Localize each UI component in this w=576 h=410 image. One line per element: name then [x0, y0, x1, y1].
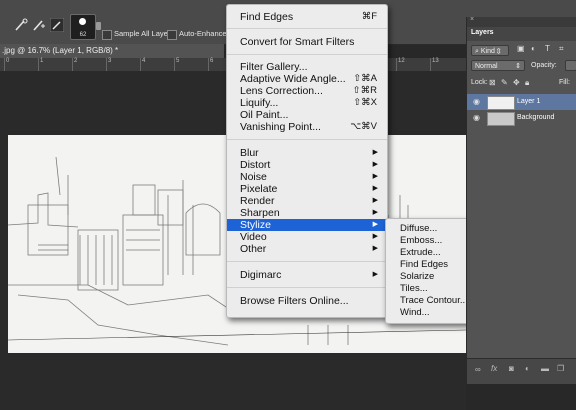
submenu-arrow-icon: ▶	[372, 185, 378, 192]
lock-all-icon[interactable]: 🔒︎	[525, 78, 529, 88]
adjustment-filter-icon[interactable]: ◐	[531, 44, 536, 53]
menu-item-find-edges-last[interactable]: Find Edges ⌘F	[227, 11, 387, 23]
menu-item-liquify[interactable]: Liquify... ⇧⌘X	[227, 97, 387, 109]
layer-name: Layer 1	[517, 98, 541, 105]
ruler-tick: 2	[74, 58, 78, 64]
opacity-label: Opacity:	[531, 62, 557, 69]
menu-item-pixelate[interactable]: Pixelate ▶	[227, 183, 387, 195]
visibility-eye-icon[interactable]: ◉	[473, 94, 480, 110]
mask-icon[interactable]: ◙	[509, 364, 514, 373]
menu-item-convert-smart-filters[interactable]: Convert for Smart Filters	[227, 36, 387, 48]
layers-tab-label: Layers	[471, 29, 494, 36]
filter-menu: Find Edges ⌘F Convert for Smart Filters F…	[226, 4, 388, 318]
ruler-tick: 13	[432, 58, 439, 64]
layers-panel-footer: ∞ fx ◙ ◐ ▬ ❐	[467, 358, 576, 384]
type-filter-icon[interactable]: T	[545, 44, 550, 53]
ruler-tick: 12	[398, 58, 405, 64]
layer-row[interactable]: ◉ Layer 1	[467, 94, 576, 110]
menu-item-vanishing-point[interactable]: Vanishing Point... ⌥⌘V	[227, 121, 387, 133]
submenu-item-solarize[interactable]: Solarize	[400, 271, 434, 282]
menu-item-distort[interactable]: Distort ▶	[227, 159, 387, 171]
shape-filter-icon[interactable]: ⌗	[559, 44, 564, 54]
document-tab[interactable]: .jpg @ 16.7% (Layer 1, RGB/8) *	[0, 44, 224, 58]
layers-panel: × Layers ⌕ Kind ⇕ ▣ ◐ T ⌗ Normal ⇕ Opacit…	[466, 16, 576, 384]
sample-all-layers-checkbox[interactable]	[102, 30, 112, 40]
close-icon[interactable]: ×	[470, 16, 474, 23]
submenu-item-tiles[interactable]: Tiles...	[400, 283, 428, 294]
folder-icon[interactable]: ▬	[541, 364, 549, 373]
visibility-eye-icon[interactable]: ◉	[473, 110, 480, 126]
ruler-tick: 4	[142, 58, 146, 64]
lock-label: Lock:	[471, 79, 488, 86]
brush-tip-icon	[79, 18, 86, 25]
menu-item-sharpen[interactable]: Sharpen ▶	[227, 207, 387, 219]
menu-item-oil-paint[interactable]: Oil Paint...	[227, 109, 387, 121]
quick-selection-icon[interactable]	[14, 18, 28, 32]
brush-picker-chevron-icon[interactable]	[96, 22, 101, 30]
add-to-selection-icon[interactable]	[32, 18, 46, 32]
submenu-item-extrude[interactable]: Extrude...	[400, 247, 441, 258]
blend-mode-select[interactable]: Normal ⇕	[471, 60, 525, 71]
submenu-arrow-icon: ▶	[372, 173, 378, 180]
submenu-arrow-icon: ▶	[372, 209, 378, 216]
panel-title-bar: ×	[467, 16, 576, 27]
submenu-arrow-icon: ▶	[372, 245, 378, 252]
ruler-tick: 1	[40, 58, 44, 64]
submenu-item-emboss[interactable]: Emboss...	[400, 235, 442, 246]
submenu-arrow-icon: ▶	[372, 197, 378, 204]
pixel-filter-icon[interactable]: ▣	[517, 44, 525, 53]
layer-row[interactable]: ◉ Background	[467, 110, 576, 126]
menu-item-render[interactable]: Render ▶	[227, 195, 387, 207]
adjustment-icon[interactable]: ◐	[525, 364, 530, 373]
opacity-field[interactable]	[565, 60, 576, 71]
menu-item-video[interactable]: Video ▶	[227, 231, 387, 243]
menu-item-lens-correction[interactable]: Lens Correction... ⇧⌘R	[227, 85, 387, 97]
submenu-arrow-icon: ▶	[372, 149, 378, 156]
layer-thumbnail	[487, 96, 515, 110]
ruler-tick: 0	[6, 58, 10, 64]
menu-item-other[interactable]: Other ▶	[227, 243, 387, 255]
brush-size-picker[interactable]: 62	[70, 14, 96, 40]
menu-item-digimarc[interactable]: Digimarc ▶	[227, 269, 387, 281]
submenu-item-diffuse[interactable]: Diffuse...	[400, 223, 437, 234]
menu-item-browse-filters-online[interactable]: Browse Filters Online...	[227, 295, 387, 307]
sample-all-layers-label: Sample All Layers	[114, 29, 175, 38]
submenu-item-find-edges[interactable]: Find Edges	[400, 259, 448, 270]
submenu-item-wind[interactable]: Wind...	[400, 307, 430, 318]
new-layer-icon[interactable]: ❐	[557, 364, 564, 373]
layer-name: Background	[517, 114, 555, 121]
layers-tab[interactable]: Layers	[467, 27, 576, 41]
ruler-tick: 5	[176, 58, 180, 64]
submenu-arrow-icon: ▶	[372, 233, 378, 240]
menu-item-noise[interactable]: Noise ▶	[227, 171, 387, 183]
submenu-item-trace-contour[interactable]: Trace Contour...	[400, 295, 468, 306]
menu-item-filter-gallery[interactable]: Filter Gallery...	[227, 61, 387, 73]
lock-transparent-icon[interactable]: ⊠	[489, 78, 496, 87]
lock-image-icon[interactable]: ✎	[501, 78, 508, 87]
brush-size-value: 62	[79, 32, 87, 38]
ruler-tick: 3	[108, 58, 112, 64]
menu-item-stylize[interactable]: Stylize ▶	[227, 219, 387, 231]
auto-enhance-checkbox[interactable]	[167, 30, 177, 40]
layer-thumbnail	[487, 112, 515, 126]
subtract-selection-icon[interactable]	[50, 18, 64, 32]
ruler-tick: 6	[210, 58, 214, 64]
submenu-arrow-icon: ▶	[372, 221, 378, 228]
menu-item-blur[interactable]: Blur ▶	[227, 147, 387, 159]
submenu-arrow-icon: ▶	[372, 271, 378, 278]
menu-item-adaptive-wide-angle[interactable]: Adaptive Wide Angle... ⇧⌘A	[227, 73, 387, 85]
link-icon[interactable]: ∞	[475, 365, 481, 374]
auto-enhance-label: Auto-Enhance	[179, 29, 227, 38]
lock-position-icon[interactable]: ✥	[513, 78, 520, 87]
submenu-arrow-icon: ▶	[372, 161, 378, 168]
fx-icon[interactable]: fx	[491, 364, 497, 373]
layer-kind-filter[interactable]: ⌕ Kind ⇕	[471, 45, 509, 56]
fill-label: Fill:	[559, 79, 570, 86]
